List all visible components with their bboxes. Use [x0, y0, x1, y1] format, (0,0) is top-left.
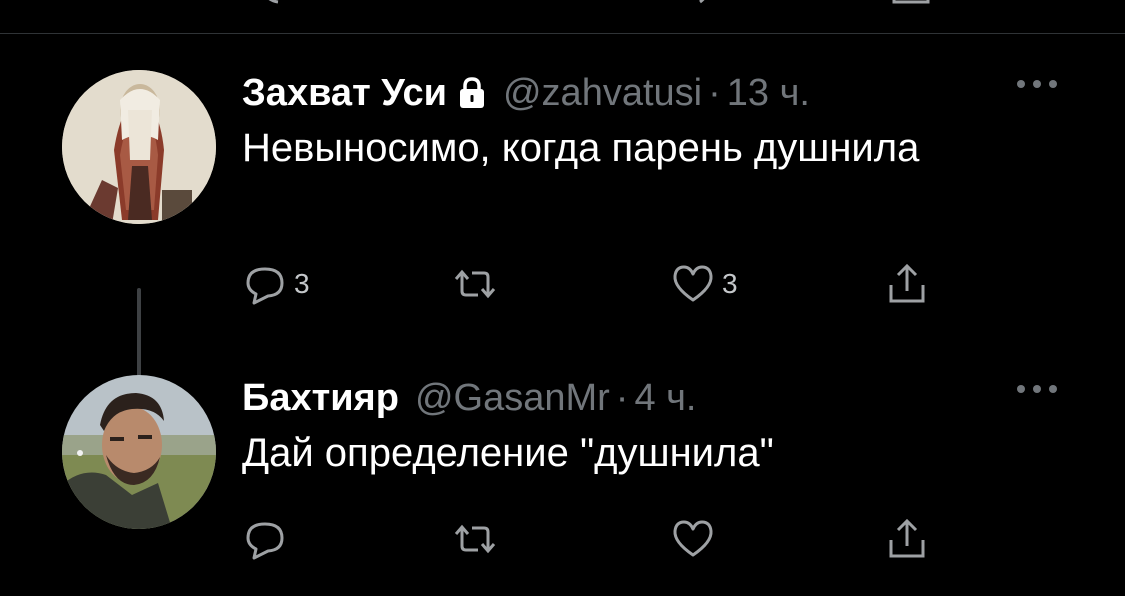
timestamp[interactable]: 4 ч.: [634, 375, 696, 421]
avatar[interactable]: [62, 375, 216, 529]
tweet-actions: 3 3: [242, 260, 942, 308]
previous-tweet-actions-partial: [0, 0, 1125, 6]
tweet-header: Бахтияр @GasanMr · 4 ч.: [242, 375, 1065, 421]
separator-dot: ·: [708, 72, 721, 114]
lock-icon: [459, 77, 484, 108]
more-icon[interactable]: [1015, 383, 1059, 395]
reply-count: 3: [294, 268, 310, 299]
avatar-image-man-outdoors: [62, 375, 216, 529]
like-count: 3: [722, 268, 738, 299]
more-icon[interactable]: [1015, 78, 1059, 90]
retweet-button[interactable]: [452, 515, 504, 563]
tweet-text: Дай определение "душнила": [242, 431, 774, 475]
reply-icon: [246, 267, 284, 305]
retweet-button[interactable]: [452, 260, 504, 308]
share-button[interactable]: [884, 260, 930, 308]
tweet-actions: [242, 515, 942, 563]
share-icon[interactable]: [890, 0, 936, 6]
reply-icon[interactable]: [255, 0, 301, 6]
reply-button[interactable]: [242, 515, 294, 563]
share-button[interactable]: [884, 515, 930, 563]
tweet-text: Невыносимо, когда парень душнила: [242, 126, 920, 170]
timestamp[interactable]: 13 ч.: [727, 70, 810, 116]
tweet-body: Захват Уси @zahvatusi · 13 ч. Невыносимо…: [242, 70, 1065, 175]
display-name[interactable]: Бахтияр: [242, 375, 399, 421]
avatar-image-veiled-figure: [62, 70, 216, 224]
display-name[interactable]: Захват Уси: [242, 70, 447, 116]
heart-icon[interactable]: [680, 0, 726, 6]
separator-dot: ·: [615, 377, 629, 419]
retweet-icon: [454, 524, 496, 554]
tweet-header: Захват Уси @zahvatusi · 13 ч.: [242, 70, 1065, 116]
reply-button[interactable]: 3: [242, 260, 310, 308]
tweet-body: Бахтияр @GasanMr · 4 ч. Дай определение …: [242, 375, 1065, 480]
share-icon: [889, 518, 925, 558]
heart-icon: [673, 265, 713, 302]
divider: [0, 33, 1125, 34]
user-handle[interactable]: @GasanMr: [415, 375, 610, 421]
avatar[interactable]: [62, 70, 216, 224]
like-button[interactable]: 3: [670, 260, 738, 308]
share-icon: [889, 263, 925, 303]
reply-icon: [246, 522, 284, 560]
tweet-thread-screen: Захват Уси @zahvatusi · 13 ч. Невыносимо…: [0, 0, 1125, 596]
like-button[interactable]: [670, 515, 722, 563]
user-handle[interactable]: @zahvatusi: [503, 70, 702, 116]
heart-icon: [673, 520, 713, 557]
retweet-icon: [454, 269, 496, 299]
